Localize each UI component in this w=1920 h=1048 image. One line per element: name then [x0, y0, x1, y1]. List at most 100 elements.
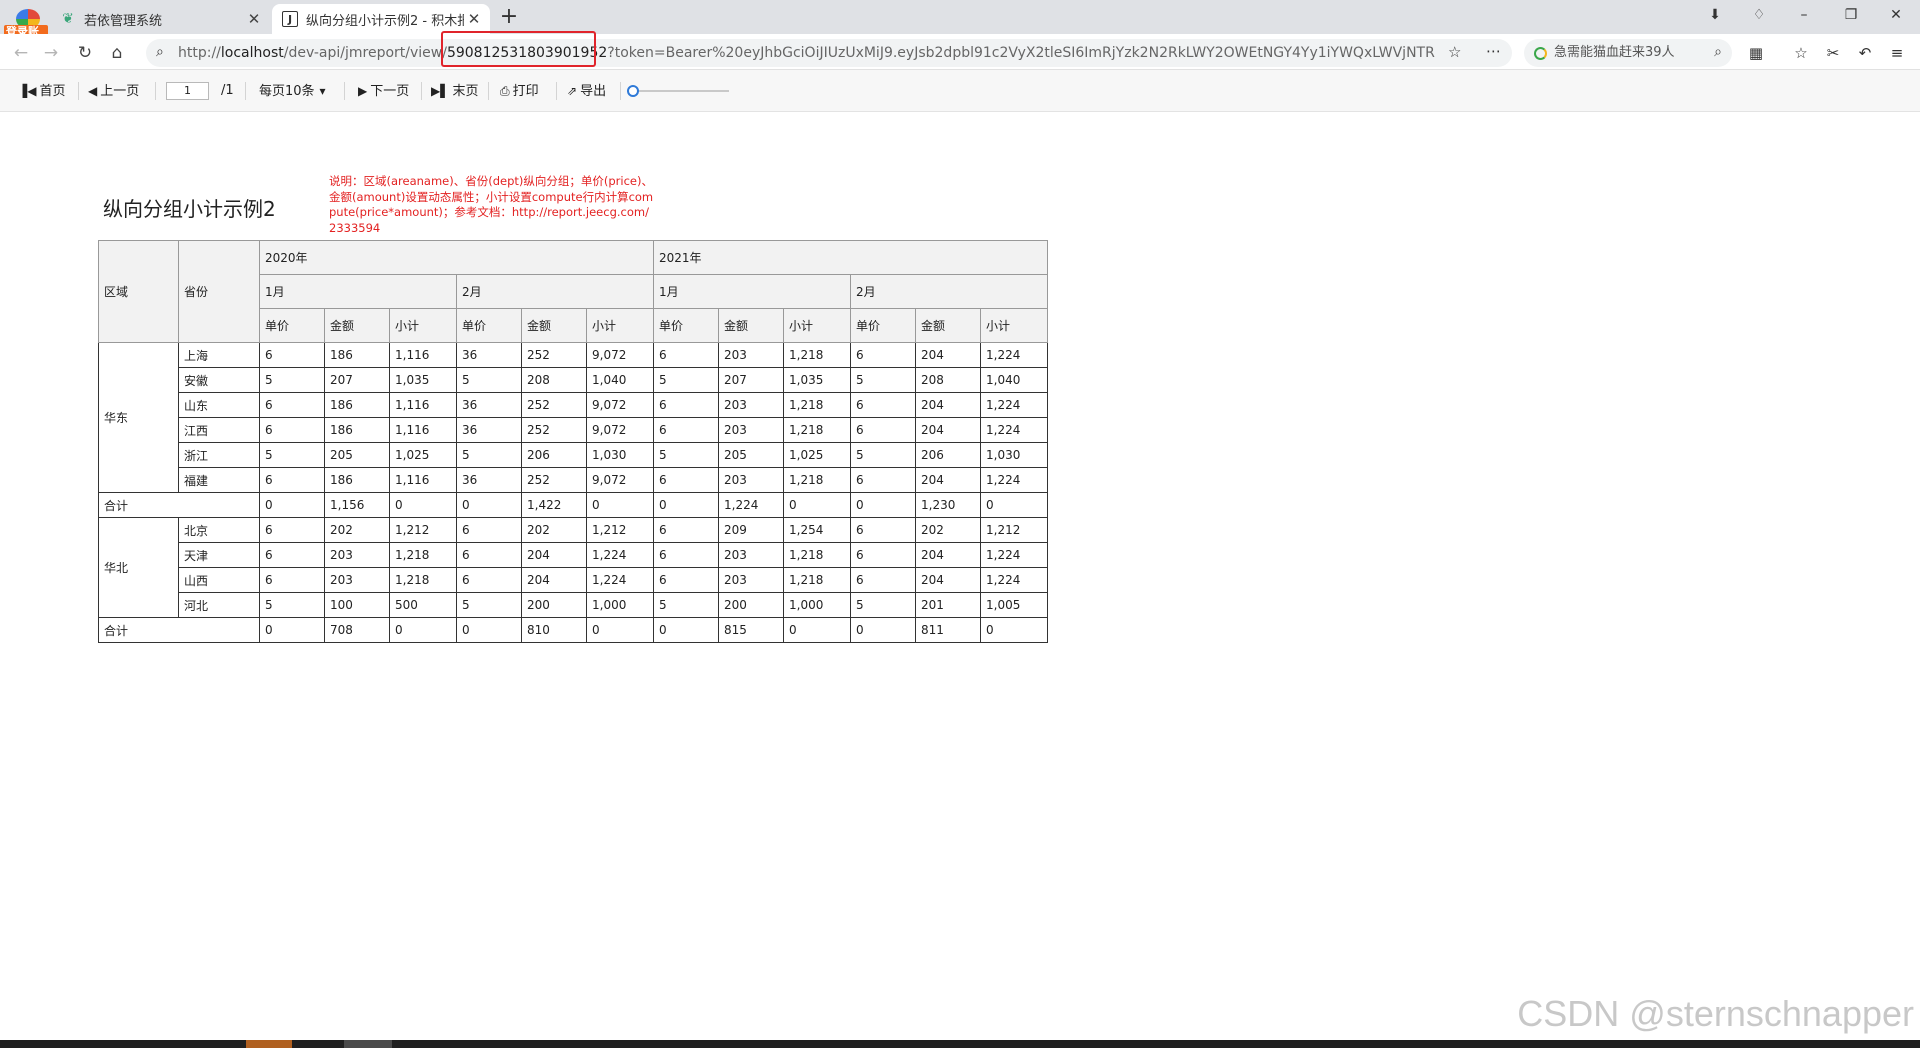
- table-cell: 6: [850, 417, 916, 443]
- table-cell: 6: [456, 567, 522, 593]
- tab-jmreport[interactable]: J 纵向分组小计示例2 - 积木报表 ✕: [272, 4, 490, 34]
- minimize-button[interactable]: –: [1782, 0, 1826, 30]
- header-month: 1月: [653, 274, 851, 309]
- province-cell: 浙江: [178, 442, 260, 468]
- prev-page-button[interactable]: ◀ 上一页: [88, 82, 139, 100]
- tab-strip: 登录账号 ❦ 若依管理系统 ✕ J 纵向分组小计示例2 - 积木报表 ✕ + ⬇…: [0, 0, 1920, 51]
- last-page-label: 末页: [452, 84, 479, 99]
- more-icon[interactable]: ⋯: [1486, 42, 1501, 60]
- header-measure: 金额: [915, 308, 981, 343]
- taskbar-app[interactable]: [246, 1040, 292, 1048]
- subtotal-cell: 1,230: [915, 492, 981, 518]
- table-cell: 5: [259, 592, 325, 618]
- header-measure: 小计: [586, 308, 654, 343]
- subtotal-cell: 0: [259, 492, 325, 518]
- close-tab-icon[interactable]: ✕: [464, 10, 484, 28]
- table-cell: 209: [718, 517, 784, 543]
- table-cell: 1,218: [389, 542, 457, 568]
- table-cell: 1,212: [980, 517, 1048, 543]
- scissors-icon[interactable]: ✂: [1823, 43, 1843, 63]
- page-size-select[interactable]: 每页10条 ▾: [259, 82, 329, 100]
- undo-icon[interactable]: ↶: [1855, 43, 1875, 63]
- shirt-icon[interactable]: ♢: [1737, 0, 1781, 30]
- back-icon[interactable]: ←: [8, 40, 34, 66]
- table-cell: 5: [850, 442, 916, 468]
- subtotal-cell: 811: [915, 617, 981, 643]
- close-window-button[interactable]: ✕: [1874, 0, 1918, 30]
- table-cell: 1,030: [980, 442, 1048, 468]
- tab-ruoyi[interactable]: ❦ 若依管理系统 ✕: [50, 4, 270, 34]
- home-icon[interactable]: ⌂: [104, 40, 130, 66]
- tab-title: 若依管理系统: [84, 13, 163, 29]
- last-page-button[interactable]: ▶▌ 末页: [431, 82, 478, 100]
- report-note: 说明：区域(areaname)、省份(dept)纵向分组；单价(price)、金…: [329, 174, 654, 235]
- report-id-highlight-box: [441, 31, 596, 67]
- export-button[interactable]: ⇗ 导出: [567, 82, 606, 100]
- toolbar-divider: [421, 82, 422, 100]
- table-cell: 202: [324, 517, 390, 543]
- bookmark-star-icon[interactable]: ☆: [1448, 43, 1461, 61]
- province-cell: 北京: [178, 517, 260, 543]
- table-cell: 1,212: [586, 517, 654, 543]
- page-number-input[interactable]: 1: [166, 82, 209, 100]
- province-cell: 山西: [178, 567, 260, 593]
- table-cell: 1,224: [980, 567, 1048, 593]
- province-cell: 山东: [178, 392, 260, 418]
- close-tab-icon[interactable]: ✕: [244, 10, 264, 28]
- table-cell: 202: [521, 517, 587, 543]
- table-cell: 1,030: [586, 442, 654, 468]
- taskbar-app[interactable]: [344, 1040, 392, 1048]
- next-page-button[interactable]: ▶ 下一页: [358, 82, 409, 100]
- subtotal-cell: 708: [324, 617, 390, 643]
- table-cell: 36: [456, 467, 522, 493]
- table-cell: 208: [521, 367, 587, 393]
- table-cell: 1,040: [586, 367, 654, 393]
- subtotal-label: 合计: [98, 492, 260, 518]
- export-icon: ⇗: [567, 84, 578, 98]
- table-cell: 204: [521, 542, 587, 568]
- table-cell: 9,072: [586, 417, 654, 443]
- zoom-slider-handle[interactable]: [627, 85, 639, 97]
- table-cell: 9,072: [586, 392, 654, 418]
- table-cell: 5: [653, 592, 719, 618]
- subtotal-cell: 0: [456, 617, 522, 643]
- header-measure: 单价: [653, 308, 719, 343]
- new-tab-button[interactable]: +: [496, 5, 522, 31]
- forward-icon[interactable]: →: [38, 40, 64, 66]
- subtotal-cell: 0: [389, 617, 457, 643]
- subtotal-cell: 0: [259, 617, 325, 643]
- chevron-down-icon: ▾: [319, 84, 326, 98]
- header-month: 2月: [456, 274, 654, 309]
- table-cell: 203: [324, 567, 390, 593]
- table-row: 天津 6 203 1,218 6 204 1,224 6 203 1,218 6 204 1,224: [99, 542, 1048, 568]
- favorites-icon[interactable]: ☆: [1791, 43, 1811, 63]
- maximize-button[interactable]: ❐: [1829, 0, 1873, 30]
- header-measure: 单价: [456, 308, 522, 343]
- subtotal-cell: 0: [980, 617, 1048, 643]
- profile-icon[interactable]: ⬇: [1693, 0, 1737, 30]
- toolbar-divider: [78, 82, 79, 100]
- zoom-slider[interactable]: [627, 85, 729, 97]
- navigation-bar: ← → ↻ ⌂ ⌕ http://localhost/dev-api/jmrep…: [0, 34, 1920, 70]
- search-box[interactable]: 急需能猫血赶来39人 ⌕: [1524, 39, 1732, 67]
- browser-logo[interactable]: 登录账号: [4, 3, 48, 51]
- subtotal-label: 合计: [98, 617, 260, 643]
- first-page-button[interactable]: ▐◀ 首页: [18, 82, 65, 100]
- search-icon[interactable]: ⌕: [1714, 44, 1722, 60]
- apps-grid-icon[interactable]: ▦: [1746, 43, 1766, 63]
- menu-icon[interactable]: ≡: [1887, 43, 1907, 63]
- header-measure: 小计: [389, 308, 457, 343]
- table-cell: 1,005: [980, 592, 1048, 618]
- area-cell: 华东: [98, 342, 179, 493]
- url-text[interactable]: http://localhost/dev-api/jmreport/view/5…: [178, 39, 1436, 67]
- subtotal-cell: 0: [653, 617, 719, 643]
- csdn-watermark: CSDN @sternschnapper: [1517, 993, 1914, 1034]
- header-measure: 金额: [521, 308, 587, 343]
- report-title: 纵向分组小计示例2: [103, 197, 276, 221]
- reload-icon[interactable]: ↻: [72, 40, 98, 66]
- table-cell: 1,116: [389, 417, 457, 443]
- address-bar[interactable]: ⌕ http://localhost/dev-api/jmreport/view…: [146, 39, 1512, 67]
- print-button[interactable]: ⎙ 打印: [500, 82, 539, 100]
- page-total: /1: [221, 83, 234, 98]
- table-cell: 9,072: [586, 342, 654, 368]
